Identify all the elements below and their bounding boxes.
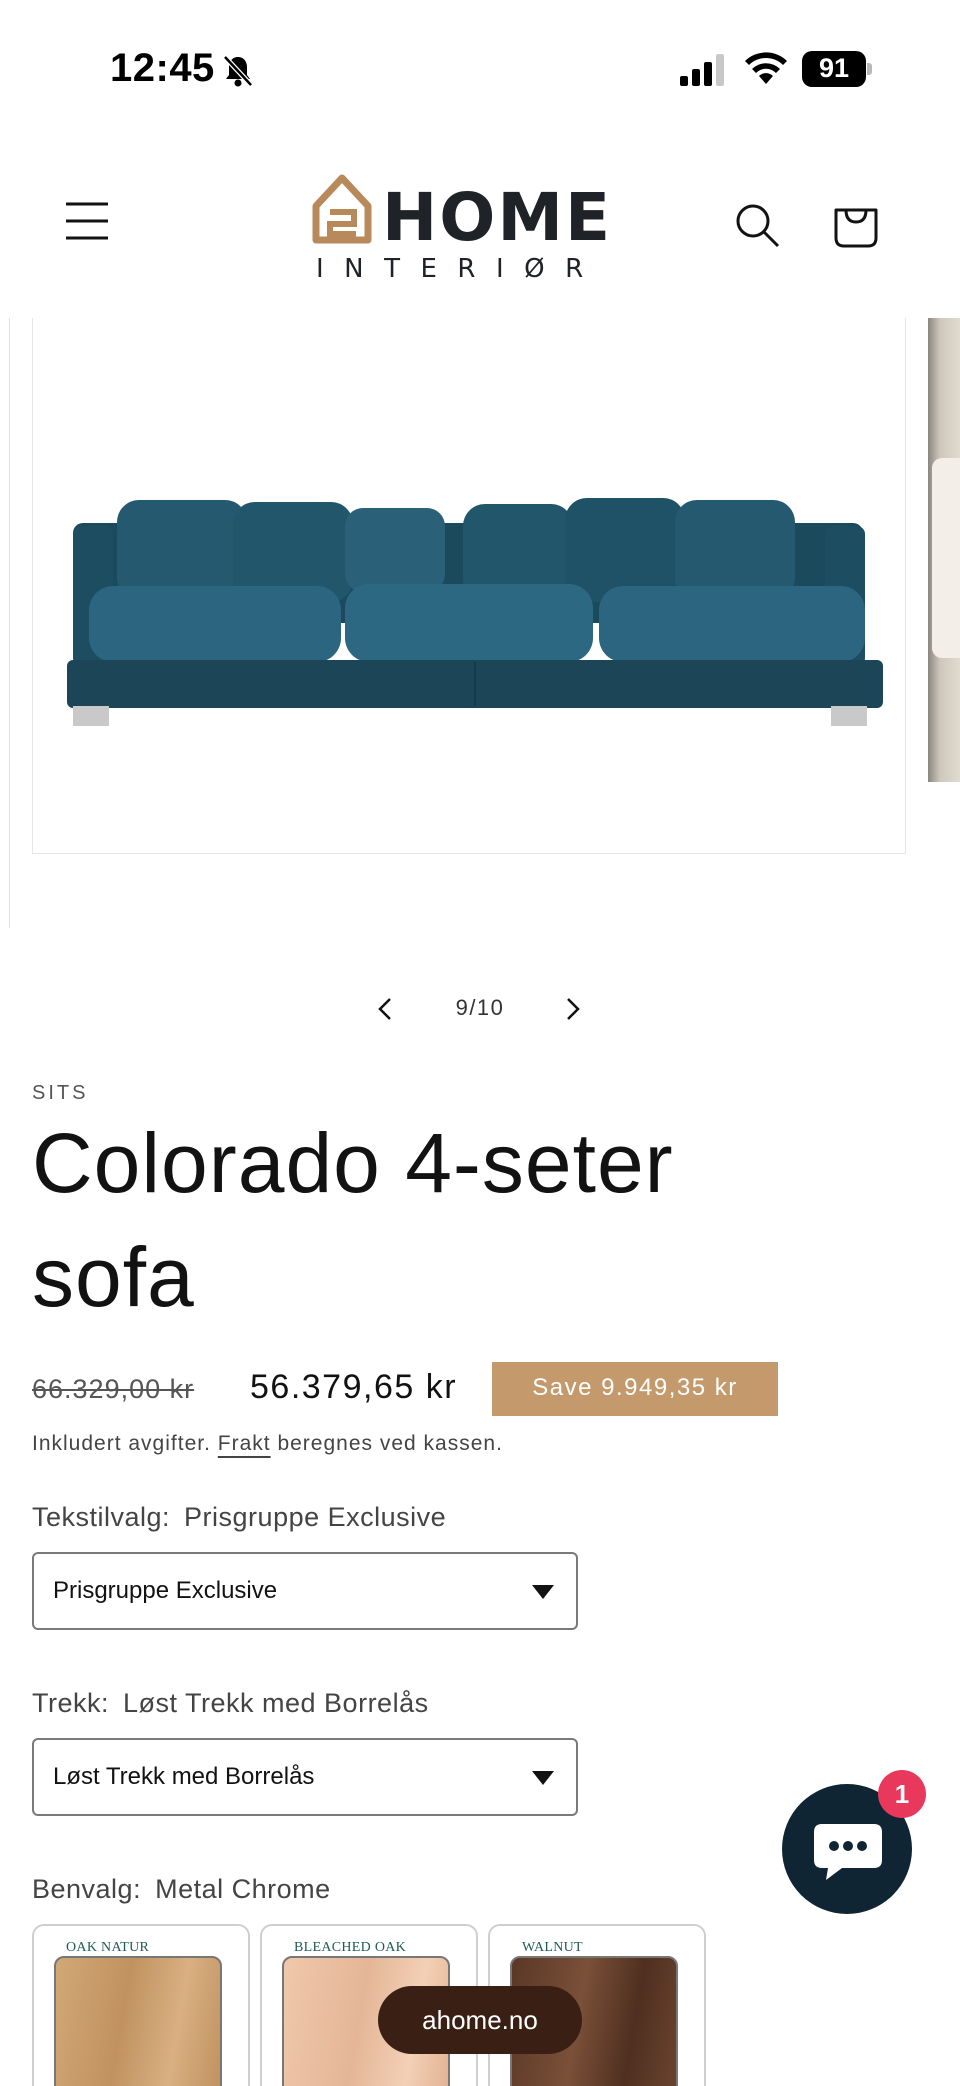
swatch-label: BLEACHED OAK <box>294 1940 407 1955</box>
signal-icon <box>680 54 724 86</box>
cover-option-value: Løst Trekk med Borrelås <box>123 1688 429 1718</box>
site-logo[interactable]: HOME INTERIØR <box>312 170 648 284</box>
battery-level: 91 <box>818 53 850 83</box>
cover-select-value: Løst Trekk med Borrelås <box>53 1763 315 1790</box>
cart-icon[interactable] <box>832 198 880 248</box>
sale-price: 56.379,65 kr <box>250 1368 458 1406</box>
shipping-link[interactable]: Frakt <box>218 1432 271 1455</box>
sofa-image <box>67 498 883 726</box>
status-bar: 12:45 91 <box>0 0 960 120</box>
chevron-right-icon[interactable] <box>560 996 584 1022</box>
caret-down-icon <box>532 1585 554 1599</box>
swatch-label: OAK NATUR <box>66 1940 150 1955</box>
previous-slide-edge[interactable] <box>0 318 10 928</box>
product-gallery[interactable] <box>0 318 960 928</box>
fabric-option-value: Prisgruppe Exclusive <box>184 1502 447 1532</box>
slider-controls: 9/10 <box>360 988 600 1030</box>
save-badge: Save 9.949,35 kr <box>492 1362 778 1416</box>
compare-at-price: 66.329,00 kr <box>32 1374 195 1404</box>
product-vendor: SITS <box>32 1082 89 1104</box>
search-icon[interactable] <box>734 202 780 248</box>
chat-notification-badge: 1 <box>878 1770 926 1818</box>
svg-text:HOME: HOME <box>382 179 612 256</box>
tax-note-suffix: beregnes ved kassen. <box>277 1432 503 1455</box>
tax-note: Inkludert avgifter. Frakt beregnes ved k… <box>32 1432 503 1456</box>
cover-option-label: Trekk: Løst Trekk med Borrelås <box>32 1688 429 1719</box>
legs-option-value: Metal Chrome <box>155 1874 331 1904</box>
swatch-sample <box>54 1956 222 2086</box>
browser-url-pill[interactable]: ahome.no <box>378 1986 582 2054</box>
wifi-icon <box>745 52 787 84</box>
fabric-option-name: Tekstilvalg: <box>32 1502 171 1532</box>
swatch-oak-natur[interactable]: OAK NATUR <box>32 1924 250 2086</box>
fabric-option-label: Tekstilvalg: Prisgruppe Exclusive <box>32 1502 446 1533</box>
chat-bubble-icon <box>814 1824 882 1880</box>
caret-down-icon <box>532 1771 554 1785</box>
price-row: 66.329,00 kr 56.379,65 kr Save 9.949,35 … <box>32 1360 912 1416</box>
status-time: 12:45 <box>110 46 215 90</box>
svg-text:INTERIØR: INTERIØR <box>316 254 604 280</box>
chevron-left-icon[interactable] <box>374 996 398 1022</box>
next-slide-peek[interactable] <box>928 318 960 782</box>
cover-option-name: Trekk: <box>32 1688 109 1718</box>
menu-icon[interactable] <box>64 200 110 242</box>
fabric-select[interactable]: Prisgruppe Exclusive <box>32 1552 578 1630</box>
cover-select[interactable]: Løst Trekk med Borrelås <box>32 1738 578 1816</box>
battery-icon: 91 <box>802 51 872 87</box>
slide-counter: 9/10 <box>455 995 505 1020</box>
bell-slash-icon <box>223 55 253 87</box>
legs-option-label: Benvalg: Metal Chrome <box>32 1874 331 1905</box>
fabric-select-value: Prisgruppe Exclusive <box>53 1577 278 1604</box>
swatch-label: WALNUT <box>522 1940 583 1955</box>
legs-option-name: Benvalg: <box>32 1874 142 1904</box>
product-image-slide[interactable] <box>32 318 906 854</box>
tax-note-prefix: Inkludert avgifter. <box>32 1432 211 1455</box>
site-header: HOME INTERIØR <box>0 120 960 318</box>
product-title: Colorado 4-seter sofa <box>32 1116 674 1324</box>
